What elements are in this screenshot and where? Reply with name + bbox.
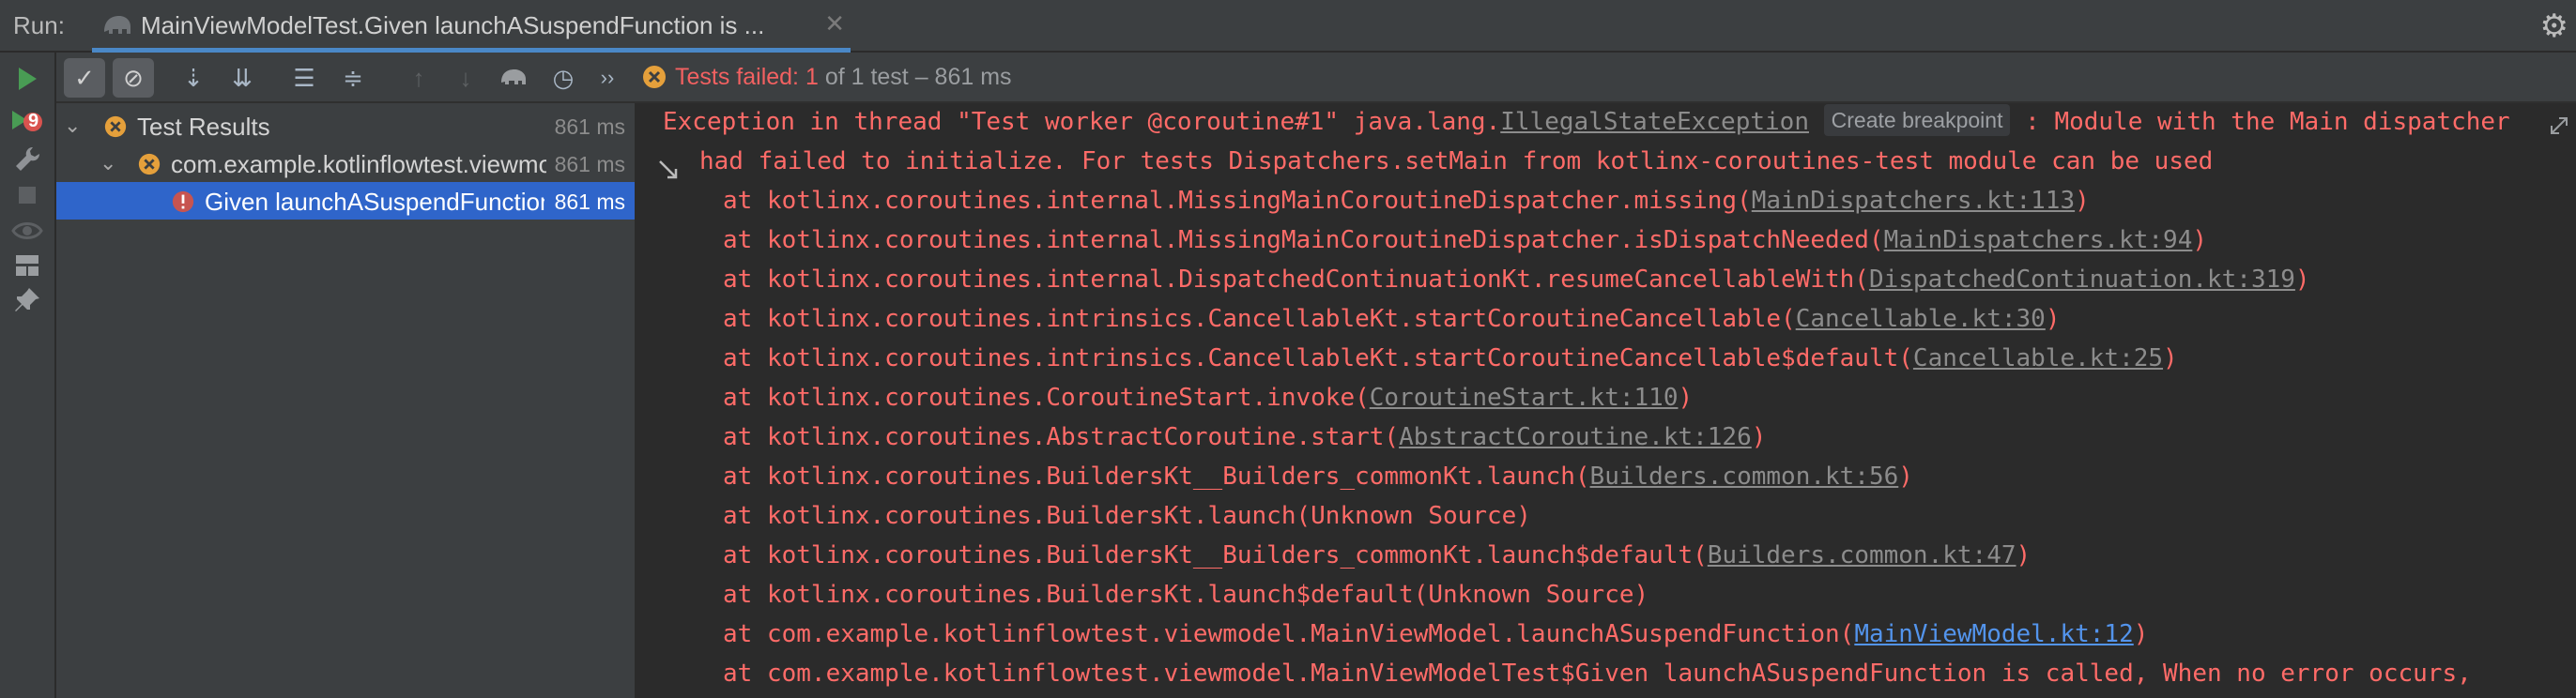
exception-line: Exception in thread "Test worker @corout… bbox=[663, 103, 2510, 141]
source-link[interactable]: MainDispatchers.kt:94 bbox=[1884, 226, 2193, 254]
frame-text: at kotlinx.coroutines.AbstractCoroutine.… bbox=[723, 423, 1400, 451]
frame-text: ) bbox=[2192, 226, 2208, 254]
exception-message-continued: had failed to initialize. For tests Disp… bbox=[699, 147, 2214, 175]
frame-text: at kotlinx.coroutines.internal.Dispatche… bbox=[723, 266, 1869, 294]
test-results-tree: ⌄ Test Results 861 ms ⌄ com.example.kotl… bbox=[56, 103, 635, 698]
wrench-icon[interactable] bbox=[0, 144, 54, 179]
sort-alpha-icon[interactable]: ⇣ bbox=[173, 58, 214, 98]
expand-all-icon[interactable]: ☰ bbox=[284, 58, 325, 98]
tree-row-duration: 861 ms bbox=[554, 190, 625, 214]
test-error-icon bbox=[171, 190, 195, 219]
frame-text: ) bbox=[1751, 423, 1767, 451]
run-tool-window-header: Run: MainViewModelTest.Given launchASusp… bbox=[0, 0, 2576, 53]
frame-text: ) bbox=[2133, 620, 2149, 648]
frame-text: at kotlinx.coroutines.intrinsics.Cancell… bbox=[723, 344, 1913, 372]
tests-failed-label: Tests failed: 1 bbox=[675, 64, 819, 90]
tests-count-duration: of 1 test – 861 ms bbox=[824, 64, 1012, 90]
stack-frame: at kotlinx.coroutines.BuildersKt__Builde… bbox=[723, 537, 2031, 574]
source-link[interactable]: MainDispatchers.kt:113 bbox=[1752, 187, 2075, 215]
source-link[interactable]: Cancellable.kt:30 bbox=[1796, 305, 2046, 333]
source-link[interactable]: DispatchedContinuation.kt:319 bbox=[1869, 266, 2295, 294]
tree-row-test-results[interactable]: ⌄ Test Results 861 ms bbox=[56, 107, 635, 144]
tree-row-test-method[interactable]: Given launchASuspendFunction is called, … bbox=[56, 182, 635, 220]
history-icon[interactable]: ◷ bbox=[543, 58, 584, 98]
frame-text: at kotlinx.coroutines.BuildersKt__Builde… bbox=[723, 541, 1708, 569]
stack-frame: at kotlinx.coroutines.BuildersKt.launch(… bbox=[723, 502, 1531, 530]
create-breakpoint-hint[interactable]: Create breakpoint bbox=[1823, 104, 2011, 136]
run-side-toolbar: 9 bbox=[0, 53, 56, 698]
tree-row-duration: 861 ms bbox=[554, 152, 625, 176]
gear-icon[interactable]: ⚙ bbox=[2540, 8, 2568, 45]
soft-wrap-icon bbox=[657, 158, 680, 187]
show-passed-icon[interactable]: ✓ bbox=[64, 58, 105, 98]
gradle-elephant-icon bbox=[101, 11, 133, 44]
test-status-summary: Tests failed: 1 of 1 test – 861 ms bbox=[675, 64, 1012, 91]
run-tab-title: MainViewModelTest.Given launchASuspendFu… bbox=[141, 11, 765, 39]
run-label: Run: bbox=[13, 11, 65, 39]
import-tests-icon[interactable] bbox=[494, 58, 535, 98]
chevron-down-icon[interactable]: ⌄ bbox=[100, 151, 116, 175]
frame-text: ) bbox=[2075, 187, 2090, 215]
exception-text: Exception in thread "Test worker @corout… bbox=[663, 108, 1501, 136]
layout-icon[interactable] bbox=[0, 251, 54, 284]
frame-text: at kotlinx.coroutines.BuildersKt__Builde… bbox=[723, 463, 1590, 491]
frame-text: ) bbox=[2294, 266, 2310, 294]
run-icon[interactable] bbox=[0, 66, 54, 97]
chevron-down-icon[interactable]: ⌄ bbox=[64, 114, 81, 138]
collapse-all-icon[interactable]: ≑ bbox=[332, 58, 374, 98]
frame-text: ) bbox=[2163, 344, 2178, 372]
pin-icon[interactable] bbox=[0, 285, 54, 320]
stop-icon[interactable] bbox=[0, 182, 54, 213]
source-link[interactable]: Builders.common.kt:56 bbox=[1590, 463, 1899, 491]
stack-frame: at com.example.kotlinflowtest.viewmodel.… bbox=[723, 615, 2148, 653]
prev-failed-icon[interactable]: ↑ bbox=[398, 58, 439, 98]
frame-text: ) bbox=[2016, 541, 2032, 569]
frame-text: at kotlinx.coroutines.internal.MissingMa… bbox=[723, 187, 1752, 215]
exception-class-link[interactable]: IllegalStateException bbox=[1500, 108, 1809, 136]
stack-frame: at kotlinx.coroutines.internal.Dispatche… bbox=[723, 261, 2310, 298]
stack-frame: at kotlinx.coroutines.internal.MissingMa… bbox=[723, 182, 2090, 220]
frame-text: at kotlinx.coroutines.internal.MissingMa… bbox=[723, 226, 1884, 254]
sort-duration-icon[interactable]: ⇊ bbox=[222, 58, 263, 98]
stack-frame: at kotlinx.coroutines.BuildersKt.launch$… bbox=[723, 581, 1649, 609]
tree-row-label: Given launchASuspendFunction is called, … bbox=[205, 188, 544, 216]
tree-row-duration: 861 ms bbox=[554, 114, 625, 139]
failed-status-icon bbox=[641, 64, 667, 95]
frame-text: ) bbox=[1678, 384, 1694, 412]
frame-text: at com.example.kotlinflowtest.viewmodel.… bbox=[723, 620, 1855, 648]
stack-frame: at com.example.kotlinflowtest.viewmodel.… bbox=[723, 660, 2472, 688]
run-configuration-tab[interactable]: MainViewModelTest.Given launchASuspendFu… bbox=[92, 0, 851, 53]
expand-icon[interactable] bbox=[2548, 114, 2570, 144]
project-source-link[interactable]: MainViewModel.kt:12 bbox=[1854, 620, 2133, 648]
close-tab-icon[interactable]: ✕ bbox=[824, 9, 845, 38]
tree-row-test-class[interactable]: ⌄ com.example.kotlinflowtest.viewmodel.M… bbox=[56, 144, 635, 182]
stack-frame: at kotlinx.coroutines.AbstractCoroutine.… bbox=[723, 418, 1766, 456]
stack-frame: at kotlinx.coroutines.intrinsics.Cancell… bbox=[723, 340, 2178, 377]
frame-text: ) bbox=[1898, 463, 1913, 491]
frame-text: ) bbox=[2045, 305, 2061, 333]
failed-status-icon bbox=[137, 152, 161, 181]
stack-frame: at kotlinx.coroutines.internal.MissingMa… bbox=[723, 221, 2207, 259]
stack-frame: at kotlinx.coroutines.intrinsics.Cancell… bbox=[723, 300, 2060, 338]
tree-row-label: com.example.kotlinflowtest.viewmodel.Mai… bbox=[171, 150, 546, 178]
stack-frame: at kotlinx.coroutines.CoroutineStart.inv… bbox=[723, 379, 1693, 417]
show-ignored-icon[interactable]: ⊘ bbox=[113, 58, 154, 98]
failed-status-icon bbox=[103, 114, 128, 144]
next-failed-icon[interactable]: ↓ bbox=[445, 58, 486, 98]
source-link[interactable]: CoroutineStart.kt:110 bbox=[1370, 384, 1679, 412]
frame-text: at kotlinx.coroutines.CoroutineStart.inv… bbox=[723, 384, 1370, 412]
eye-icon[interactable] bbox=[0, 218, 54, 249]
rerun-failed-badge: 9 bbox=[28, 111, 39, 131]
frame-text: at kotlinx.coroutines.intrinsics.Cancell… bbox=[723, 305, 1796, 333]
stack-frame: at kotlinx.coroutines.BuildersKt__Builde… bbox=[723, 458, 1913, 495]
source-link[interactable]: Cancellable.kt:25 bbox=[1913, 344, 2163, 372]
more-actions-icon[interactable]: ›› bbox=[593, 58, 621, 98]
rerun-failed-icon[interactable]: 9 bbox=[0, 107, 54, 144]
tree-row-label: Test Results bbox=[137, 113, 270, 141]
test-runner-toolbar: ✓ ⊘ ⇣ ⇊ ☰ ≑ ↑ ↓ ◷ ›› Tests failed: 1 of … bbox=[56, 53, 2576, 103]
source-link[interactable]: AbstractCoroutine.kt:126 bbox=[1399, 423, 1752, 451]
console-output[interactable]: Exception in thread "Test worker @corout… bbox=[636, 103, 2576, 698]
source-link[interactable]: Builders.common.kt:47 bbox=[1708, 541, 2016, 569]
exception-message: : Module with the Main dispatcher bbox=[2010, 108, 2510, 136]
